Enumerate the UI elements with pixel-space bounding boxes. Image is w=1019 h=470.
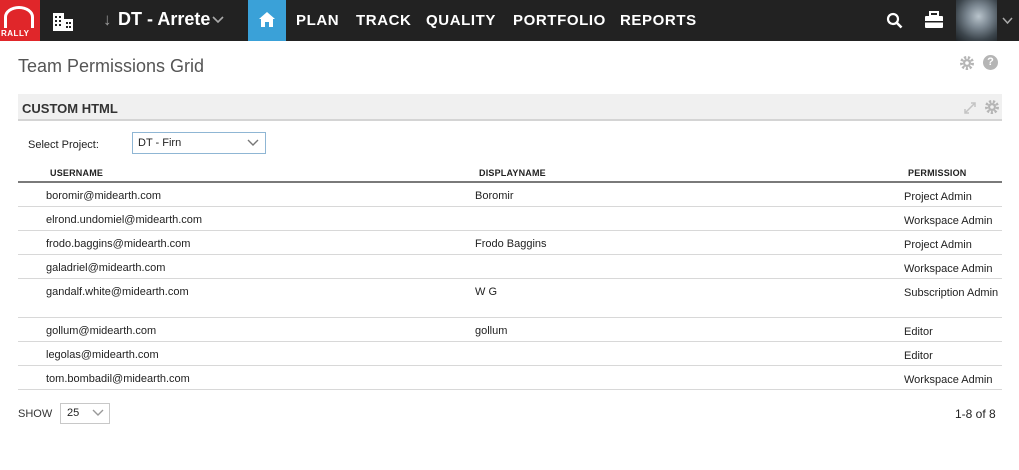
expand-icon[interactable] [963,101,977,115]
show-label: SHOW [18,408,53,420]
page-size-select[interactable]: 25 [60,403,110,424]
permission-cell: Workspace Admin [904,215,993,227]
nav-plan[interactable]: PLAN [296,12,339,29]
chevron-down-icon[interactable] [1002,15,1013,26]
username-cell: tom.bombadil@midearth.com [46,373,190,385]
permission-cell: Project Admin [904,191,972,203]
displayname-cell: gollum [475,325,508,337]
chevron-down-icon [247,139,259,146]
column-header-username[interactable]: USERNAME [50,168,103,178]
page-size-value: 25 [67,407,80,419]
home-button[interactable] [248,0,286,41]
briefcase-icon[interactable] [924,11,944,29]
building-icon[interactable] [52,11,74,31]
table-row[interactable]: gollum@midearth.com gollum Editor [18,318,1002,342]
username-cell: gandalf.white@midearth.com [46,286,189,298]
nav-quality[interactable]: QUALITY [426,12,496,29]
pagination-summary: 1-8 of 8 [955,407,996,421]
username-cell: boromir@midearth.com [46,190,162,202]
panel-title: CUSTOM HTML [22,101,118,116]
table-row[interactable]: frodo.baggins@midearth.com Frodo Baggins P… [18,231,1002,255]
nav-track[interactable]: TRACK [356,12,412,29]
table-row[interactable]: elrond.undomiel@midearth.com Workspace Ad… [18,207,1002,231]
username-cell: gollum@midearth.com [46,325,157,337]
top-nav-bar: RALLY ↓ DT - Arrete PLAN TRACK QUALITY P… [0,0,1019,41]
table-row[interactable]: galadriel@midearth.com Workspace Admin [18,255,1002,279]
table-row[interactable]: legolas@midearth.com Editor [18,342,1002,366]
column-header-displayname[interactable]: DISPLAYNAME [479,168,546,178]
nav-reports[interactable]: REPORTS [620,12,697,29]
select-project-label: Select Project: [28,139,99,151]
search-icon[interactable] [886,12,903,29]
permission-cell: Workspace Admin [904,374,993,386]
gear-icon[interactable] [959,55,975,71]
chevron-down-icon [92,409,104,416]
logo-swoosh-icon [4,6,34,28]
displayname-cell: W G [475,286,497,298]
table-header-row: USERNAME DISPLAYNAME PERMISSION [18,164,1002,183]
logo-text: RALLY [1,29,30,38]
panel-header: CUSTOM HTML [18,94,1002,121]
avatar[interactable] [956,0,997,41]
permission-cell: Workspace Admin [904,263,993,275]
username-cell: frodo.baggins@midearth.com [46,238,191,250]
project-select-value: DT - Firn [138,137,182,149]
username-cell: legolas@midearth.com [46,349,159,361]
permission-cell: Editor [904,350,933,362]
permissions-table: USERNAME DISPLAYNAME PERMISSION boromir@… [18,164,1002,390]
permission-cell: Editor [904,326,933,338]
project-select[interactable]: DT - Firn [132,132,266,154]
displayname-cell: Boromir [475,190,514,202]
gear-icon[interactable] [984,99,1000,115]
nav-portfolio[interactable]: PORTFOLIO [513,12,606,29]
column-header-permission[interactable]: PERMISSION [908,168,967,178]
project-picker[interactable]: DT - Arrete [118,9,210,30]
username-cell: elrond.undomiel@midearth.com [46,214,203,226]
project-arrow-icon: ↓ [103,10,112,29]
table-row[interactable]: boromir@midearth.com Boromir Project Admin [18,183,1002,207]
home-icon [259,12,275,27]
permission-cell: Subscription Admin [904,287,999,299]
displayname-cell: Frodo Baggins [475,238,547,250]
chevron-down-icon[interactable] [212,13,224,25]
help-icon[interactable]: ? [983,55,998,70]
table-row[interactable]: tom.bombadil@midearth.com Workspace Admin [18,366,1002,390]
permission-cell: Project Admin [904,239,972,251]
rally-logo[interactable]: RALLY [0,0,40,41]
username-cell: galadriel@midearth.com [46,262,166,274]
page-title: Team Permissions Grid [18,56,205,76]
table-row[interactable]: gandalf.white@midearth.com W G Subscriptio… [18,279,1002,318]
